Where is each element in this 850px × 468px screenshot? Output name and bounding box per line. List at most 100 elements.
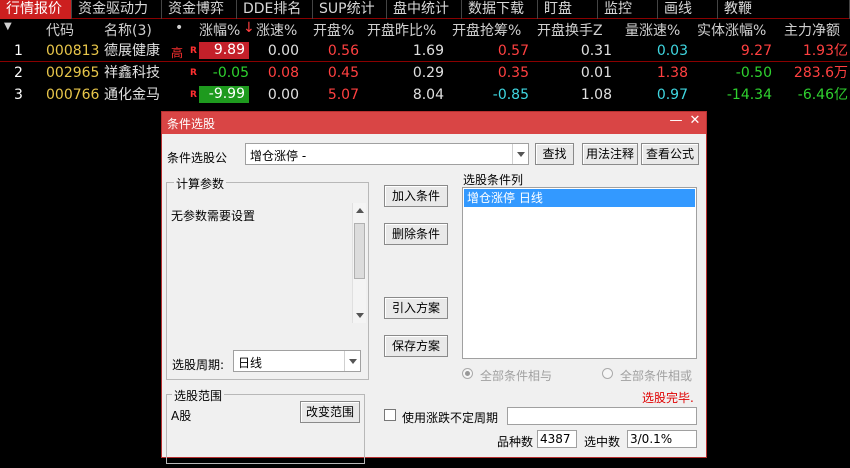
row-index: 1 bbox=[14, 43, 23, 59]
conditions-title: 选股条件列 bbox=[463, 173, 524, 187]
view-formula-button[interactable]: 查看公式 bbox=[641, 143, 699, 165]
dropdown-arrow-icon[interactable]: ▼ bbox=[4, 21, 12, 32]
main-net-value: 1.93亿 bbox=[802, 43, 848, 59]
pct-cell: -9.99 bbox=[199, 86, 249, 103]
menu-dde-rank[interactable]: DDE排名 bbox=[237, 0, 313, 19]
col-body-pct[interactable]: 实体涨幅% bbox=[697, 20, 766, 40]
close-icon[interactable]: ✕ bbox=[687, 113, 703, 128]
scroll-up-icon[interactable] bbox=[356, 208, 364, 213]
body-pct-value: -14.34 bbox=[726, 87, 772, 103]
period-value: 日线 bbox=[238, 356, 263, 370]
count-label: 品种数 bbox=[497, 435, 534, 449]
menu-pointer[interactable]: 教鞭 bbox=[718, 0, 850, 19]
scroll-down-icon[interactable] bbox=[356, 313, 364, 318]
range-value: A股 bbox=[171, 409, 192, 423]
row-index: 2 bbox=[14, 65, 23, 81]
pct-value: 9.89 bbox=[199, 42, 249, 59]
stock-name: 通化金马 bbox=[104, 87, 160, 103]
body-pct-value: 9.27 bbox=[740, 43, 772, 59]
menu-data-download[interactable]: 数据下载 bbox=[462, 0, 538, 19]
chevron-down-icon[interactable] bbox=[344, 351, 360, 371]
col-main-net[interactable]: 主力净额 bbox=[784, 20, 840, 40]
selected-label: 选中数 bbox=[584, 435, 621, 449]
open-pct-value: 5.07 bbox=[327, 87, 359, 103]
pct-value: -0.05 bbox=[212, 65, 249, 81]
all-or-label: 全部条件相或 bbox=[620, 369, 693, 383]
all-and-label: 全部条件相与 bbox=[480, 369, 553, 383]
delete-condition-button[interactable]: 删除条件 bbox=[384, 223, 448, 245]
col-name[interactable]: 名称(3) bbox=[104, 20, 152, 40]
irregular-period-label: 使用涨跌不定周期 bbox=[402, 411, 499, 425]
open-turnover-value: 0.31 bbox=[580, 43, 612, 59]
stock-code: 000813 bbox=[46, 43, 100, 59]
minimize-icon[interactable]: — bbox=[668, 113, 684, 128]
col-open-ratio[interactable]: 开盘昨比% bbox=[367, 20, 436, 40]
list-item[interactable]: 增仓涨停 日线 bbox=[464, 189, 695, 207]
irregular-period-input[interactable] bbox=[507, 407, 697, 425]
all-and-radio[interactable] bbox=[462, 368, 473, 379]
row-index: 3 bbox=[14, 87, 23, 103]
selected-value: 3/0.1% bbox=[627, 430, 697, 448]
count-value: 4387 bbox=[537, 430, 577, 448]
scroll-thumb[interactable] bbox=[354, 223, 365, 279]
main-net-value: -6.46亿 bbox=[797, 87, 848, 103]
open-ratio-value: 1.69 bbox=[412, 43, 444, 59]
col-open-grab[interactable]: 开盘抢筹% bbox=[452, 20, 521, 40]
menu-intraday-stats[interactable]: 盘中统计 bbox=[387, 0, 462, 19]
top-menu: 行情报价 资金驱动力 资金博弈 DDE排名 SUP统计 盘中统计 数据下载 盯盘… bbox=[0, 0, 850, 19]
formula-label: 条件选股公 bbox=[167, 151, 228, 165]
save-plan-button[interactable]: 保存方案 bbox=[384, 335, 448, 357]
open-ratio-value: 8.04 bbox=[412, 87, 444, 103]
stock-name: 祥鑫科技 bbox=[104, 65, 160, 81]
menu-draw-line[interactable]: 画线 bbox=[658, 0, 718, 19]
sort-down-icon: ↓ bbox=[243, 20, 255, 36]
open-ratio-value: 0.29 bbox=[412, 65, 444, 81]
open-turnover-value: 1.08 bbox=[580, 87, 612, 103]
r-tag: R bbox=[190, 46, 197, 56]
vol-speed-value: 0.97 bbox=[656, 87, 688, 103]
add-condition-button[interactable]: 加入条件 bbox=[384, 185, 448, 207]
col-open-turnover[interactable]: 开盘换手Z bbox=[537, 20, 603, 40]
open-turnover-value: 0.01 bbox=[580, 65, 612, 81]
menu-watch[interactable]: 盯盘 bbox=[538, 0, 598, 19]
table-row[interactable]: 2 002965 祥鑫科技 R -0.05 0.08 0.45 0.29 0.3… bbox=[0, 62, 850, 84]
col-open-pct[interactable]: 开盘% bbox=[313, 20, 354, 40]
menu-monitor[interactable]: 监控 bbox=[598, 0, 658, 19]
formula-value: 增仓涨停 - bbox=[250, 149, 307, 163]
table-row[interactable]: 3 000766 通化金马 R -9.99 0.00 5.07 8.04 -0.… bbox=[0, 84, 850, 106]
col-pct[interactable]: 涨幅% bbox=[199, 20, 240, 40]
all-or-radio[interactable] bbox=[602, 368, 613, 379]
params-scrollbar[interactable] bbox=[352, 203, 366, 323]
col-speed[interactable]: 涨速% bbox=[256, 20, 297, 40]
params-title: 计算参数 bbox=[174, 175, 227, 192]
speed-value: 0.00 bbox=[267, 43, 299, 59]
main-net-value: 283.6万 bbox=[793, 65, 848, 81]
open-pct-value: 0.45 bbox=[327, 65, 359, 81]
pct-cell: 9.89 bbox=[199, 42, 249, 59]
dialog-titlebar[interactable]: 条件选股 — ✕ bbox=[162, 112, 706, 134]
change-range-button[interactable]: 改变范围 bbox=[300, 401, 360, 423]
usage-notes-button[interactable]: 用法注释 bbox=[582, 143, 638, 165]
stock-code: 000766 bbox=[46, 87, 100, 103]
import-plan-button[interactable]: 引入方案 bbox=[384, 297, 448, 319]
speed-value: 0.00 bbox=[267, 87, 299, 103]
col-code[interactable]: 代码 bbox=[46, 20, 74, 40]
open-pct-value: 0.56 bbox=[327, 43, 359, 59]
conditions-list[interactable]: 增仓涨停 日线 bbox=[462, 187, 697, 359]
find-button[interactable]: 查找 bbox=[535, 143, 574, 165]
status-text: 选股完毕. bbox=[642, 391, 694, 405]
speed-value: 0.08 bbox=[267, 65, 299, 81]
r-tag: R bbox=[190, 68, 197, 78]
menu-quote[interactable]: 行情报价 bbox=[0, 0, 72, 19]
vol-speed-value: 0.03 bbox=[656, 43, 688, 59]
period-select[interactable]: 日线 bbox=[233, 350, 361, 372]
irregular-period-checkbox[interactable] bbox=[384, 409, 396, 421]
chevron-down-icon[interactable] bbox=[512, 144, 528, 164]
table-row[interactable]: 1 000813 德展健康 高 R 9.89 0.00 0.56 1.69 0.… bbox=[0, 40, 850, 62]
formula-select[interactable]: 增仓涨停 - bbox=[245, 143, 529, 165]
menu-fund-game[interactable]: 资金博弈 bbox=[162, 0, 237, 19]
menu-fund-drive[interactable]: 资金驱动力 bbox=[72, 0, 162, 19]
r-tag: R bbox=[190, 90, 197, 100]
menu-sup-stats[interactable]: SUP统计 bbox=[313, 0, 387, 19]
col-vol-speed[interactable]: 量涨速% bbox=[625, 20, 680, 40]
